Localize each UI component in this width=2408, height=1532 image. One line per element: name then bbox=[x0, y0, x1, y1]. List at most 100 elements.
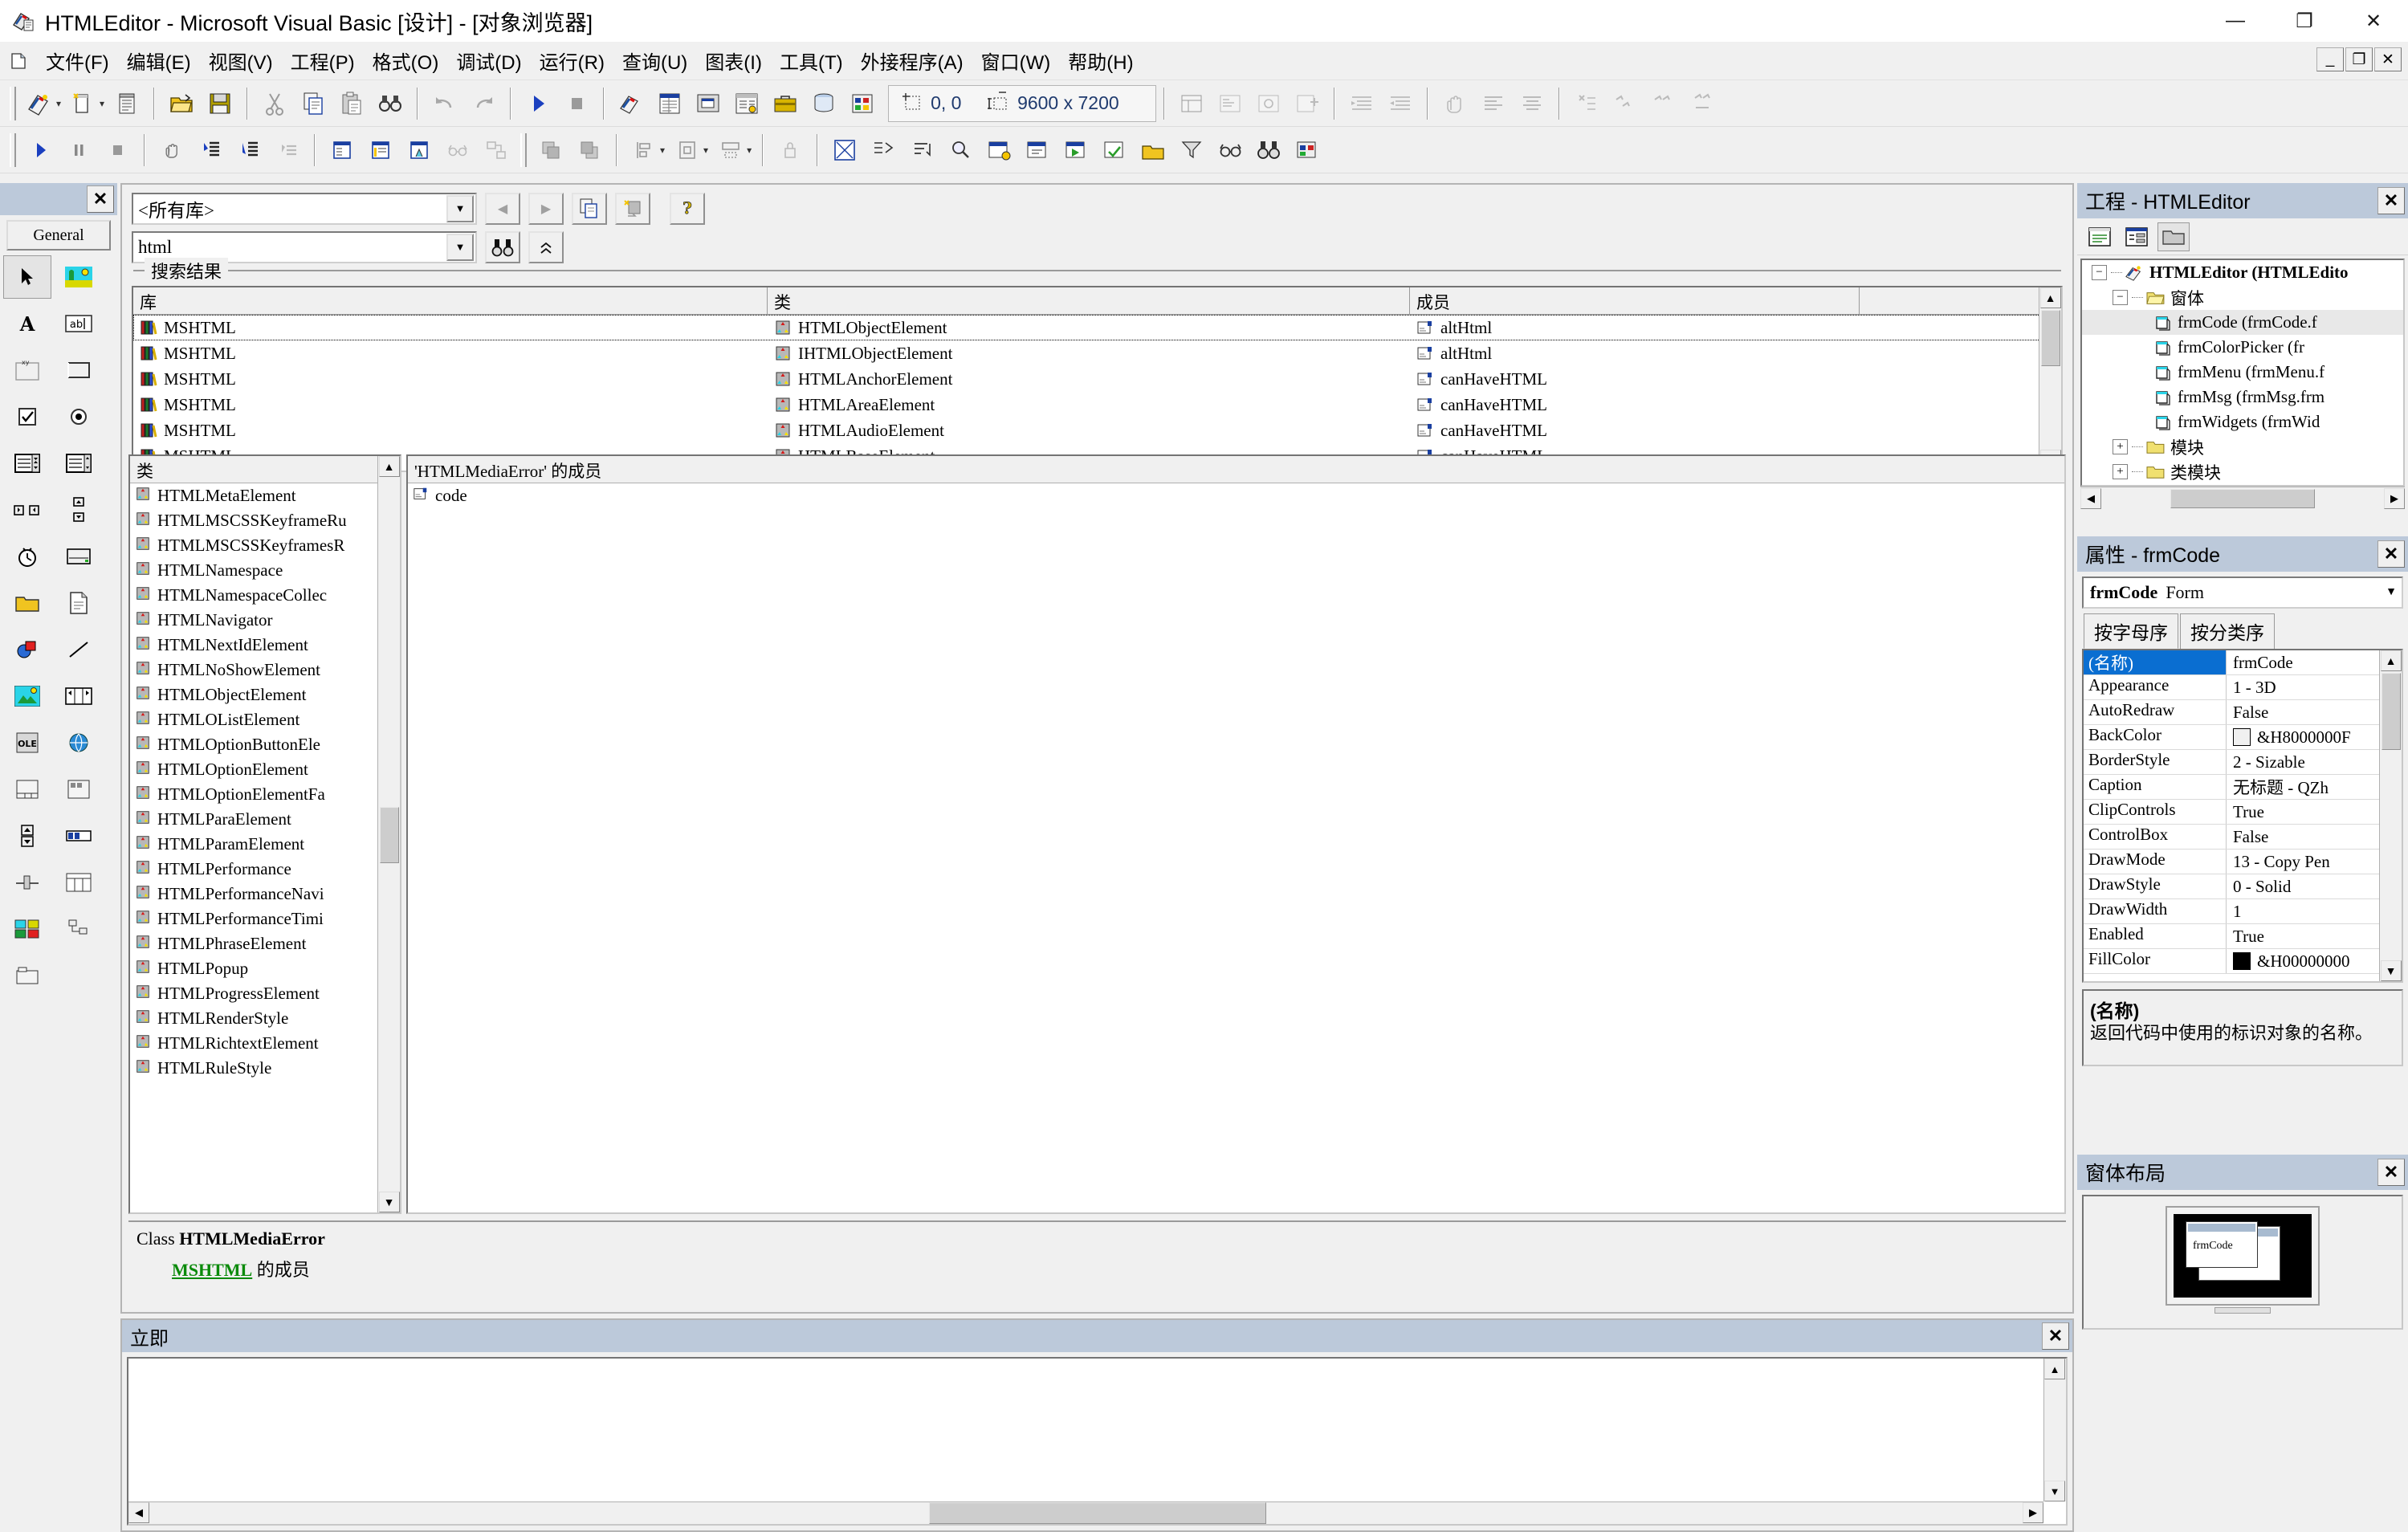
list-item[interactable]: HTMLNamespaceCollec bbox=[130, 583, 400, 608]
sort-icon[interactable] bbox=[903, 132, 940, 169]
list-item[interactable]: HTMLPerformanceNavi bbox=[130, 882, 400, 907]
copy-icon[interactable] bbox=[295, 85, 332, 122]
project-explorer-close-button[interactable]: ✕ bbox=[2377, 187, 2405, 214]
copy-to-clipboard-button[interactable] bbox=[572, 193, 607, 225]
search-results-list[interactable]: 库 类 成员 MSHTML HTMLObjectElement altHtml … bbox=[132, 286, 2063, 472]
clear-bookmarks-icon[interactable] bbox=[1684, 85, 1721, 122]
open-project-icon[interactable] bbox=[163, 85, 200, 122]
list-item[interactable]: HTMLNextIdElement bbox=[130, 633, 400, 658]
property-value[interactable]: True bbox=[2227, 800, 2402, 824]
step-into-icon[interactable] bbox=[192, 132, 229, 169]
project-explorer-icon[interactable] bbox=[613, 85, 650, 122]
property-row[interactable]: Caption 无标题 - QZh bbox=[2084, 775, 2402, 800]
undo-icon[interactable] bbox=[426, 85, 463, 122]
visual-component-manager-icon[interactable] bbox=[844, 85, 881, 122]
chevron-down-icon[interactable]: ▼ bbox=[2386, 586, 2397, 599]
comment-block-icon[interactable] bbox=[1568, 85, 1605, 122]
menu-item-tools[interactable]: 工具(T) bbox=[771, 43, 852, 78]
toolbox-data-icon[interactable] bbox=[55, 674, 103, 718]
vcm-icon[interactable] bbox=[1289, 132, 1326, 169]
property-row[interactable]: Enabled True bbox=[2084, 924, 2402, 949]
list-item[interactable]: HTMLNoShowElement bbox=[130, 658, 400, 682]
table-row[interactable]: MSHTML HTMLAudioElement canHaveHTML bbox=[133, 418, 2061, 443]
tree-expander[interactable]: + bbox=[2113, 439, 2128, 454]
scroll-up-button[interactable]: ▲ bbox=[2380, 650, 2402, 671]
quick-watch-glasses-icon[interactable] bbox=[439, 132, 476, 169]
list-item[interactable]: HTMLRuleStyle bbox=[130, 1056, 400, 1081]
form-layout-canvas[interactable]: orP: frmCode bbox=[2082, 1195, 2403, 1330]
search-input-value[interactable]: html bbox=[138, 237, 446, 258]
navigate-back-button[interactable]: ◀ bbox=[485, 193, 520, 225]
group-by-icon[interactable] bbox=[865, 132, 902, 169]
toolbox-commandbutton-icon[interactable] bbox=[55, 348, 103, 392]
quick-watch-icon[interactable] bbox=[1289, 85, 1326, 122]
menu-item-file[interactable]: 文件(F) bbox=[37, 43, 118, 78]
form-layout-close-button[interactable]: ✕ bbox=[2377, 1159, 2405, 1186]
list-item[interactable]: HTMLPerformanceTimi bbox=[130, 907, 400, 931]
list-item[interactable]: HTMLMSCSSKeyframesR bbox=[130, 533, 400, 558]
table-row[interactable]: MSHTML IHTMLObjectElement altHtml bbox=[133, 340, 2061, 366]
form-layout-icon[interactable] bbox=[690, 85, 727, 122]
lock-icon[interactable] bbox=[772, 132, 809, 169]
end-icon[interactable] bbox=[558, 85, 595, 122]
watch-icon[interactable] bbox=[401, 132, 438, 169]
toolbox-optionbutton-icon[interactable] bbox=[55, 395, 103, 438]
list-item[interactable]: HTMLOptionElement bbox=[130, 757, 400, 782]
table-row[interactable]: MSHTML HTMLAreaElement canHaveHTML bbox=[133, 392, 2061, 418]
cut-icon[interactable] bbox=[256, 85, 293, 122]
tree-node[interactable]: + 模块 bbox=[2082, 434, 2403, 459]
scrollbar-thumb[interactable] bbox=[928, 1502, 1266, 1524]
align-left-icon[interactable] bbox=[1475, 85, 1512, 122]
toolbox-updown-icon[interactable] bbox=[3, 814, 51, 858]
tree-node[interactable]: frmColorPicker (fr bbox=[2082, 335, 2403, 360]
list-item[interactable]: HTMLPhraseElement bbox=[130, 931, 400, 956]
add-table-icon[interactable] bbox=[980, 132, 1017, 169]
mdi-restore-button[interactable]: ❐ bbox=[2345, 47, 2373, 71]
menu-item-debug[interactable]: 调试(D) bbox=[447, 43, 530, 78]
properties-window-icon[interactable] bbox=[651, 85, 688, 122]
description-library-link[interactable]: MSHTML bbox=[172, 1260, 252, 1280]
data-view-icon[interactable] bbox=[805, 85, 842, 122]
list-item[interactable]: HTMLMetaElement bbox=[130, 483, 400, 508]
toolbox-dirlistbox-icon[interactable] bbox=[3, 581, 51, 625]
properties-object-combo[interactable]: frmCode Form ▼ bbox=[2082, 577, 2403, 609]
tree-node[interactable]: frmMsg (frmMsg.frm bbox=[2082, 385, 2403, 409]
toolbar-grip[interactable] bbox=[520, 132, 527, 167]
bring-to-front-icon[interactable] bbox=[532, 132, 569, 169]
add-project-icon[interactable] bbox=[22, 85, 59, 122]
menu-item-run[interactable]: 运行(R) bbox=[531, 43, 613, 78]
property-value[interactable]: 2 - Sizable bbox=[2227, 750, 2402, 774]
menu-item-query[interactable]: 查询(U) bbox=[613, 43, 696, 78]
tree-node[interactable]: − HTMLEditor (HTMLEdito bbox=[2082, 260, 2403, 285]
chevron-down-icon[interactable]: ▼ bbox=[446, 195, 474, 222]
toolbox-vscrollbar-icon[interactable] bbox=[55, 488, 103, 532]
menu-editor-icon[interactable] bbox=[108, 85, 145, 122]
send-to-back-icon[interactable] bbox=[571, 132, 608, 169]
property-row[interactable]: Appearance 1 - 3D bbox=[2084, 675, 2402, 700]
tree-node[interactable]: +相关文档 bbox=[2082, 484, 2403, 485]
menu-item-help[interactable]: 帮助(H) bbox=[1059, 43, 1142, 78]
list-item[interactable]: HTMLRichtextElement bbox=[130, 1031, 400, 1056]
align-icon[interactable] bbox=[625, 132, 662, 169]
glasses-icon[interactable] bbox=[1212, 132, 1249, 169]
toolbox-tab-general[interactable]: General bbox=[6, 220, 111, 251]
property-row[interactable]: AutoRedraw False bbox=[2084, 700, 2402, 725]
tab-categorized[interactable]: 按分类序 bbox=[2180, 613, 2275, 649]
list-item[interactable]: HTMLParamElement bbox=[130, 832, 400, 857]
project-tree[interactable]: − HTMLEditor (HTMLEdito − 窗体 frmCode (frmCod… bbox=[2080, 259, 2405, 487]
toolbox-treeview-icon[interactable] bbox=[55, 907, 103, 951]
property-row[interactable]: DrawWidth 1 bbox=[2084, 899, 2402, 924]
list-item[interactable]: HTMLObjectElement bbox=[130, 682, 400, 707]
property-value[interactable]: 无标题 - QZh bbox=[2227, 775, 2402, 799]
mdi-minimize-button[interactable]: _ bbox=[2316, 47, 2344, 71]
toolbox-imagelist-icon[interactable] bbox=[3, 907, 51, 951]
search-results-scrollbar[interactable]: ▲ ▼ bbox=[2039, 287, 2061, 471]
menu-item-edit[interactable]: 编辑(E) bbox=[118, 43, 200, 78]
tree-node[interactable]: − 窗体 bbox=[2082, 285, 2403, 310]
locals-window-icon[interactable] bbox=[1173, 85, 1210, 122]
tree-node[interactable]: frmMenu (frmMenu.f bbox=[2082, 360, 2403, 385]
property-value[interactable]: 13 - Copy Pen bbox=[2227, 850, 2402, 874]
toolbox-ole-icon[interactable]: OLE bbox=[3, 721, 51, 764]
toolbox-toolbar-icon[interactable] bbox=[55, 768, 103, 811]
property-row[interactable]: BackColor &H8000000F bbox=[2084, 725, 2402, 750]
